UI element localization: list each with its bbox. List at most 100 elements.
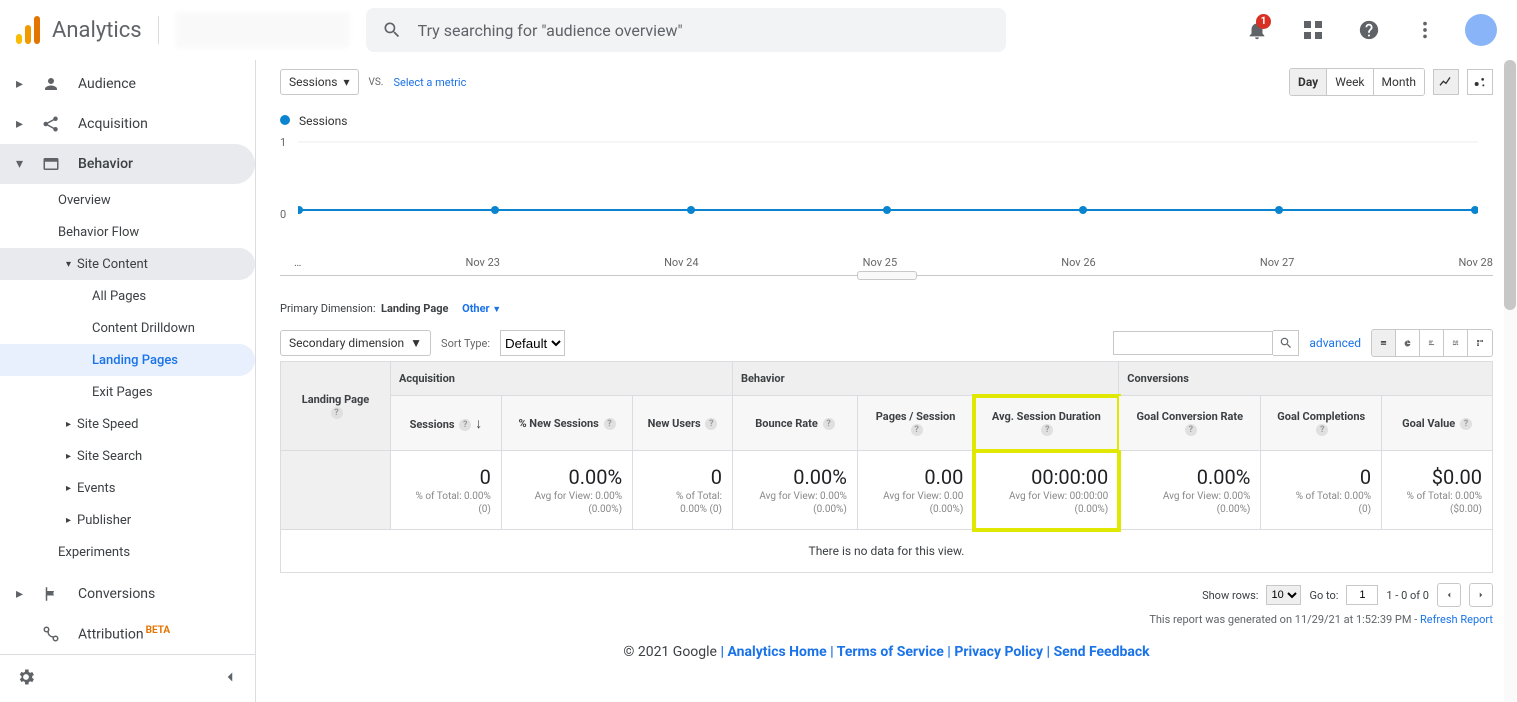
col-group-behavior: Behavior <box>732 362 1118 396</box>
nav-audience[interactable]: ▸ Audience <box>0 64 255 104</box>
notification-badge: 1 <box>1256 14 1271 29</box>
granularity-toggle: Day Week Month <box>1289 68 1425 96</box>
footer-tos[interactable]: Terms of Service <box>837 644 944 660</box>
footer-privacy[interactable]: Privacy Policy <box>954 644 1043 660</box>
bar-icon <box>1428 336 1435 350</box>
scrollbar-thumb[interactable] <box>1504 60 1516 310</box>
refresh-report-link[interactable]: Refresh Report <box>1420 613 1493 626</box>
search-placeholder: Try searching for "audience overview" <box>418 21 683 40</box>
primary-dimension-other[interactable]: Other ▼ <box>462 302 501 315</box>
flag-icon <box>42 585 62 603</box>
notifications-button[interactable]: 1 <box>1237 10 1277 50</box>
help-button[interactable] <box>1349 10 1389 50</box>
nav-behavior-flow[interactable]: Behavior Flow <box>0 216 255 248</box>
nav-label: Audience <box>78 76 136 92</box>
search-input[interactable]: Try searching for "audience overview" <box>366 8 1006 52</box>
nav-experiments[interactable]: Experiments <box>0 536 255 568</box>
more-button[interactable] <box>1405 10 1445 50</box>
advanced-filter-link[interactable]: advanced <box>1309 336 1361 350</box>
account-picker[interactable] <box>175 12 350 48</box>
sidebar-footer <box>0 654 255 702</box>
nav-site-speed[interactable]: ▸Site Speed <box>0 408 255 440</box>
view-comparison[interactable] <box>1444 330 1468 356</box>
line-chart-icon <box>1438 74 1454 90</box>
nav-behavior[interactable]: ▾ Behavior <box>0 144 255 184</box>
nav-landing-pages[interactable]: Landing Pages <box>0 344 255 376</box>
col-gcr[interactable]: Goal Conversion Rate? <box>1119 396 1261 451</box>
no-data-message: There is no data for this view. <box>281 530 1493 573</box>
chevron-right-icon: ▸ <box>66 483 71 494</box>
view-pie[interactable] <box>1396 330 1420 356</box>
chart-legend: Sessions <box>280 114 1493 128</box>
account-avatar[interactable] <box>1461 10 1501 50</box>
motion-chart-button[interactable] <box>1467 69 1493 95</box>
view-data-table[interactable] <box>1372 330 1396 356</box>
chevron-down-icon: ▼ <box>410 336 422 350</box>
collapse-sidebar-button[interactable] <box>221 668 239 690</box>
page-range: 1 - 0 of 0 <box>1386 589 1429 602</box>
col-gcomp[interactable]: Goal Completions? <box>1261 396 1382 451</box>
nav-overview[interactable]: Overview <box>0 184 255 216</box>
nav-all-pages[interactable]: All Pages <box>0 280 255 312</box>
granularity-week[interactable]: Week <box>1327 69 1373 95</box>
help-icon: ? <box>1316 424 1328 436</box>
col-pct-new[interactable]: % New Sessions ? <box>501 396 632 451</box>
prev-page-button[interactable] <box>1437 583 1461 607</box>
granularity-day[interactable]: Day <box>1290 69 1327 95</box>
nav-attribution[interactable]: AttributionBETA <box>0 614 255 654</box>
col-new-users[interactable]: New Users ? <box>633 396 733 451</box>
nav-conversions[interactable]: ▸ Conversions <box>0 574 255 614</box>
chevron-down-icon: ▾ <box>343 75 349 89</box>
pie-icon <box>1404 336 1411 350</box>
view-bar[interactable] <box>1420 330 1444 356</box>
chart-xaxis: … Nov 23 Nov 24 Nov 25 Nov 26 Nov 27 Nov… <box>288 252 1493 269</box>
nav-exit-pages[interactable]: Exit Pages <box>0 376 255 408</box>
table-search-input[interactable] <box>1113 331 1273 355</box>
col-sessions[interactable]: Sessions ?↓ <box>391 396 502 451</box>
help-icon: ? <box>1041 424 1053 436</box>
footer-feedback[interactable]: Send Feedback <box>1054 644 1150 660</box>
analytics-icon <box>16 16 42 44</box>
col-group-conversions: Conversions <box>1119 362 1493 396</box>
col-landing-page[interactable]: Landing Page <box>302 393 369 406</box>
nav-content-drilldown[interactable]: Content Drilldown <box>0 312 255 344</box>
granularity-month[interactable]: Month <box>1374 69 1424 95</box>
show-rows-label: Show rows: <box>1202 589 1258 602</box>
bubble-chart-icon <box>1472 74 1488 90</box>
nav-site-search[interactable]: ▸Site Search <box>0 440 255 472</box>
timeseries-chart[interactable]: 1 0 <box>280 132 1493 252</box>
view-pivot[interactable] <box>1468 330 1492 356</box>
col-avg-dur[interactable]: Avg. Session Duration? <box>974 396 1119 451</box>
nav-events[interactable]: ▸Events <box>0 472 255 504</box>
studio-button[interactable] <box>1293 10 1333 50</box>
report-pane: Sessions ▾ VS. Select a metric Day Week … <box>256 60 1517 702</box>
pivot-icon <box>1476 336 1484 350</box>
help-icon[interactable]: ? <box>331 407 343 419</box>
footer-analytics-home[interactable]: Analytics Home <box>727 644 826 660</box>
rows-per-page-select[interactable]: 10 <box>1266 585 1301 605</box>
col-pps[interactable]: Pages / Session? <box>857 396 973 451</box>
summary-row: 0% of Total: 0.00%(0) 0.00%Avg for View:… <box>281 451 1493 530</box>
behavior-icon <box>42 155 62 173</box>
admin-button[interactable] <box>16 667 36 691</box>
help-icon <box>1358 19 1380 41</box>
primary-dimension-bar: Primary Dimension: Landing Page Other ▼ <box>280 302 1493 315</box>
nav-acquisition[interactable]: ▸ Acquisition <box>0 104 255 144</box>
table-search-button[interactable] <box>1273 330 1299 356</box>
nav-publisher[interactable]: ▸Publisher <box>0 504 255 536</box>
goto-input[interactable] <box>1346 585 1378 605</box>
select-metric-link[interactable]: Select a metric <box>393 76 466 89</box>
chart-resize-handle[interactable] <box>857 271 917 280</box>
col-bounce[interactable]: Bounce Rate ? <box>732 396 857 451</box>
metric-selector[interactable]: Sessions ▾ <box>280 69 359 95</box>
sort-type-select[interactable]: Default <box>500 330 565 356</box>
primary-dimension-value[interactable]: Landing Page <box>381 302 448 315</box>
col-gvalue[interactable]: Goal Value ? <box>1382 396 1493 451</box>
chevron-left-icon <box>1444 590 1454 600</box>
line-chart-button[interactable] <box>1433 69 1459 95</box>
secondary-dimension-button[interactable]: Secondary dimension ▼ <box>280 330 431 356</box>
chevron-right-icon <box>1476 590 1486 600</box>
product-logo[interactable]: Analytics <box>16 16 142 44</box>
nav-site-content[interactable]: ▾ Site Content <box>0 248 255 280</box>
next-page-button[interactable] <box>1469 583 1493 607</box>
